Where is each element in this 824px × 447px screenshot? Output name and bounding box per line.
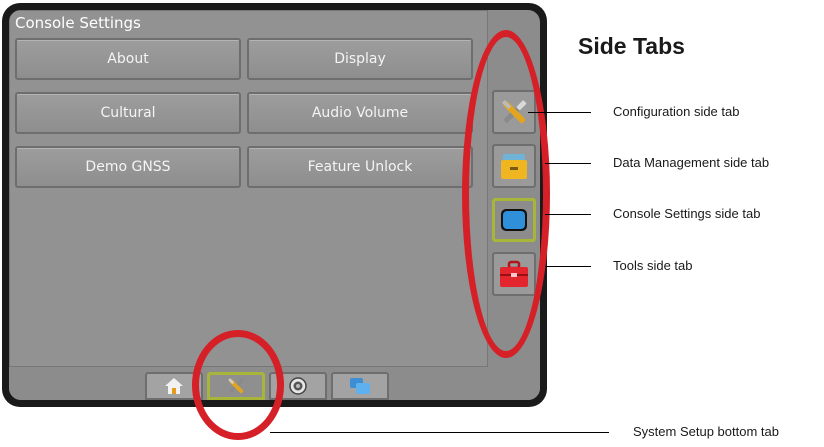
callout-system-setup-bottom-tab: System Setup bottom tab bbox=[633, 424, 779, 439]
about-button[interactable]: About bbox=[15, 38, 241, 80]
demo-gnss-button[interactable]: Demo GNSS bbox=[15, 146, 241, 188]
callout-console-settings-side-tab: Console Settings side tab bbox=[613, 206, 761, 221]
panel-title: Console Settings bbox=[15, 14, 141, 32]
gnss-target-icon bbox=[289, 377, 307, 395]
side-tabs-heading: Side Tabs bbox=[578, 33, 685, 59]
leader-line-console-settings bbox=[545, 214, 591, 215]
console-settings-panel: Console Settings About Display Cultural … bbox=[9, 10, 488, 367]
guidance-bottom-tab[interactable] bbox=[331, 372, 389, 400]
audio-volume-button[interactable]: Audio Volume bbox=[247, 92, 473, 134]
console-screen: Console Settings About Display Cultural … bbox=[9, 10, 540, 400]
layers-icon bbox=[350, 378, 370, 394]
callout-tools-side-tab: Tools side tab bbox=[613, 258, 693, 273]
display-button[interactable]: Display bbox=[247, 38, 473, 80]
leader-line-data-management bbox=[545, 163, 591, 164]
bottom-tab-highlight-ring bbox=[192, 330, 284, 440]
leader-line-configuration bbox=[528, 112, 591, 113]
feature-unlock-button[interactable]: Feature Unlock bbox=[247, 146, 473, 188]
cultural-button[interactable]: Cultural bbox=[15, 92, 241, 134]
home-icon bbox=[165, 378, 183, 394]
callout-configuration-side-tab: Configuration side tab bbox=[613, 104, 740, 119]
callout-data-management-side-tab: Data Management side tab bbox=[613, 155, 770, 170]
side-tabs-highlight-ring bbox=[462, 30, 550, 358]
leader-line-tools bbox=[545, 266, 591, 267]
leader-line-system-setup bbox=[270, 432, 609, 433]
